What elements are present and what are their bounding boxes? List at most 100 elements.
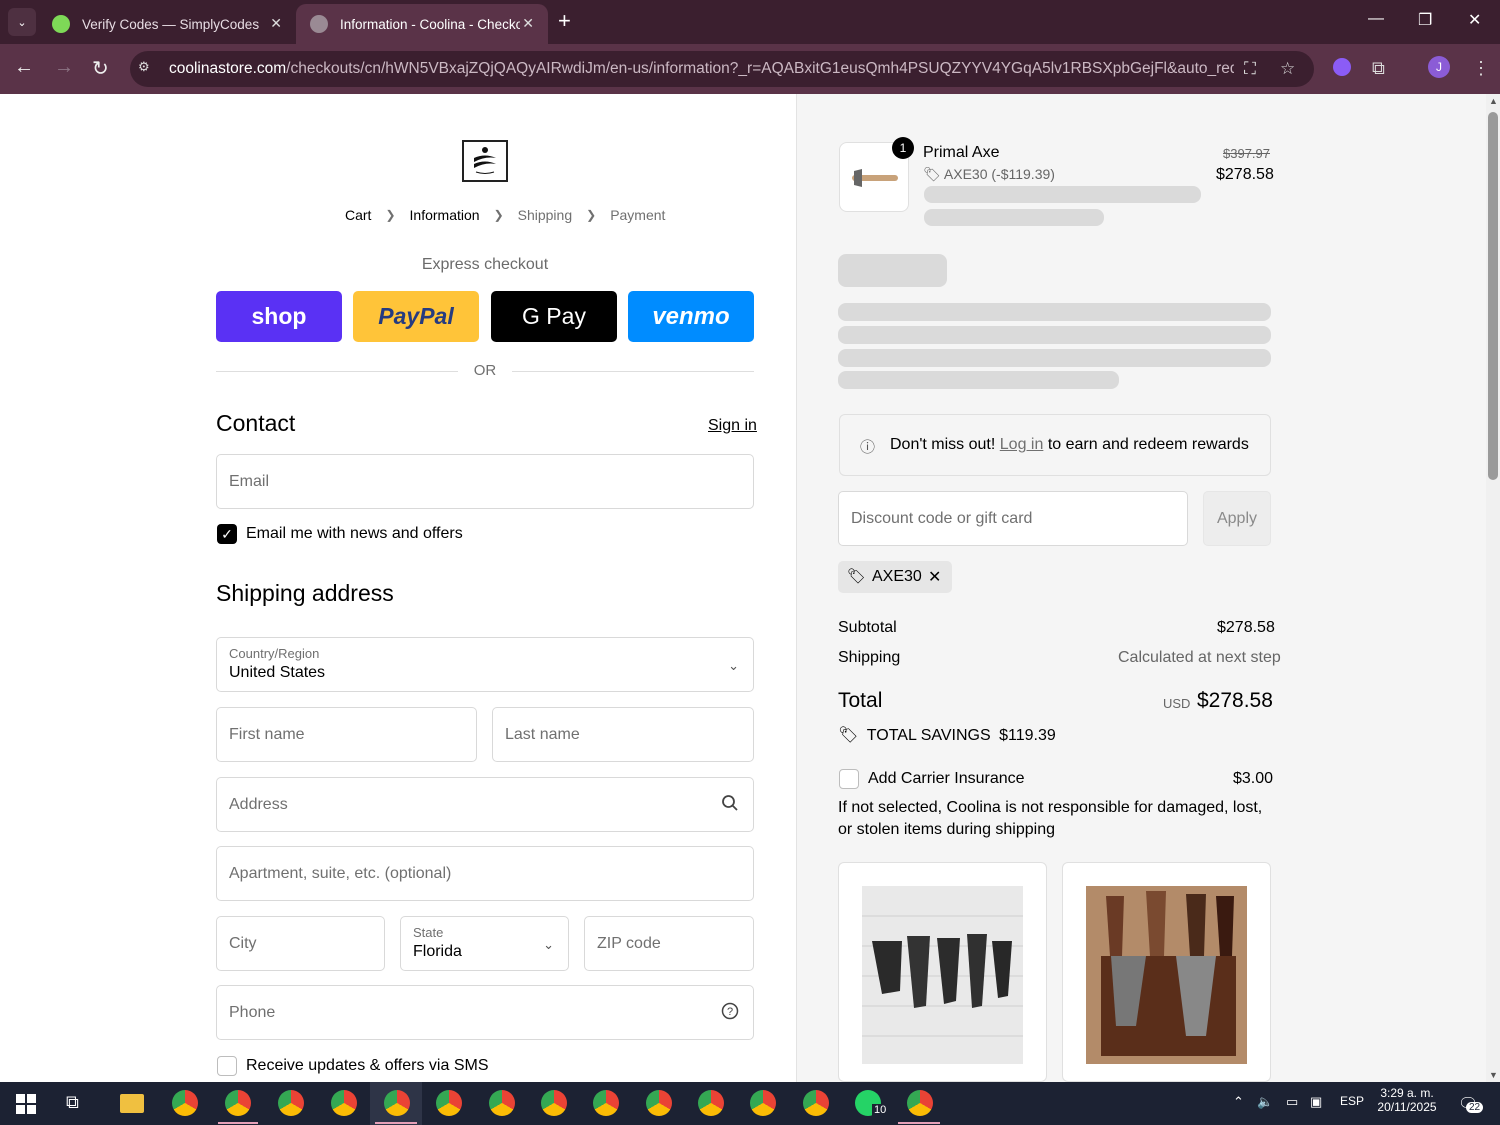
page-scrollbar[interactable]: ▲ ▼ xyxy=(1486,94,1500,1082)
chrome-profile-icon[interactable] xyxy=(646,1090,672,1116)
first-name-field[interactable]: First name xyxy=(216,707,477,762)
profile-avatar[interactable]: J xyxy=(1428,56,1450,78)
phone-field[interactable]: Phone ? xyxy=(216,985,754,1040)
show-hidden-icons-icon[interactable]: ⌃ xyxy=(1233,1094,1244,1110)
email-news-checkbox[interactable]: ✓ xyxy=(217,524,237,544)
task-view-icon[interactable]: ⧉ xyxy=(66,1092,79,1113)
shop-pay-button[interactable]: shop xyxy=(216,291,342,342)
coolina-logo[interactable] xyxy=(462,140,508,182)
chrome-profile-icon[interactable] xyxy=(803,1090,829,1116)
tab-coolina-checkout[interactable]: Information - Coolina - Checko ✕ xyxy=(296,4,548,44)
sign-in-link[interactable]: Sign in xyxy=(708,417,757,435)
extensions-puzzle-icon[interactable]: ⧉ xyxy=(1372,58,1385,79)
chevron-down-icon: ⌄ xyxy=(728,658,739,673)
language-indicator[interactable]: ESP xyxy=(1340,1094,1364,1108)
last-name-field[interactable]: Last name xyxy=(492,707,754,762)
log-in-link[interactable]: Log in xyxy=(1000,436,1044,453)
sms-checkbox[interactable] xyxy=(217,1056,237,1076)
total-label: Total xyxy=(838,689,883,712)
rewards-banner: ⓘ Don't miss out! Log in to earn and red… xyxy=(839,414,1271,476)
chrome-profile-icon[interactable] xyxy=(436,1090,462,1116)
translate-icon[interactable]: ⛶ xyxy=(1244,59,1256,79)
venmo-button[interactable]: venmo xyxy=(628,291,754,342)
chrome-icon[interactable] xyxy=(172,1090,198,1116)
chrome-profile-icon[interactable] xyxy=(593,1090,619,1116)
email-field[interactable]: Email xyxy=(216,454,754,509)
clock[interactable]: 3:29 a. m. 20/11/2025 xyxy=(1374,1086,1440,1114)
zip-code-field[interactable]: ZIP code xyxy=(584,916,754,971)
country-select[interactable]: Country/Region United States ⌄ xyxy=(216,637,754,692)
site-info-icon[interactable]: ⚙ xyxy=(138,59,158,79)
total-currency: USD xyxy=(1163,696,1191,711)
svg-text:?: ? xyxy=(727,1006,733,1018)
windows-start-icon[interactable] xyxy=(16,1094,36,1114)
chrome-profile-icon[interactable] xyxy=(384,1090,410,1116)
restore-icon[interactable]: ❐ xyxy=(1418,10,1432,30)
address-bar[interactable]: ⚙ coolinastore.com/checkouts/cn/hWN5VBxa… xyxy=(130,51,1314,87)
chrome-profile-icon[interactable] xyxy=(278,1090,304,1116)
simplycodes-favicon-icon xyxy=(52,15,70,33)
battery-icon[interactable]: ▭ xyxy=(1286,1094,1298,1110)
scroll-down-icon[interactable]: ▼ xyxy=(1489,1070,1498,1080)
carrier-insurance-checkbox[interactable] xyxy=(839,769,859,789)
file-explorer-icon[interactable] xyxy=(120,1094,144,1113)
subtotal-value: $278.58 xyxy=(1217,619,1275,636)
forward-arrow-icon[interactable]: → xyxy=(54,56,74,79)
menu-kebab-icon[interactable]: ⋮ xyxy=(1472,58,1490,79)
running-indicator xyxy=(375,1122,417,1124)
chevron-right-icon: ❯ xyxy=(493,208,504,222)
contact-heading: Contact xyxy=(216,410,296,436)
window-close-icon[interactable]: ✕ xyxy=(1468,10,1481,30)
scroll-up-icon[interactable]: ▲ xyxy=(1489,96,1498,106)
chrome-profile-icon[interactable] xyxy=(225,1090,251,1116)
knife-set-photo xyxy=(862,886,1023,1064)
paypal-button[interactable]: PayPal xyxy=(353,291,479,342)
order-summary-column: 1 Primal Axe 🏷 AXE30 (-$119.39) $397.97 … xyxy=(796,94,1486,1082)
breadcrumb-cart[interactable]: Cart xyxy=(345,207,371,223)
bookmark-star-icon[interactable]: ☆ xyxy=(1280,59,1295,79)
chrome-profile-icon[interactable] xyxy=(331,1090,357,1116)
apply-discount-button[interactable]: Apply xyxy=(1203,491,1271,546)
city-field[interactable]: City xyxy=(216,916,385,971)
network-icon[interactable]: ▣ xyxy=(1310,1094,1322,1110)
reload-icon[interactable]: ↻ xyxy=(92,56,109,81)
breadcrumb-information: Information xyxy=(409,207,480,223)
tab-simplycodes[interactable]: Verify Codes — SimplyCodes ✕ xyxy=(38,4,296,44)
chrome-icon[interactable] xyxy=(907,1090,933,1116)
loading-skeleton xyxy=(838,254,947,287)
breadcrumb-payment: Payment xyxy=(610,207,666,223)
shipping-label: Shipping xyxy=(838,649,901,666)
extension-icon[interactable] xyxy=(1333,58,1351,76)
product-photo-card[interactable] xyxy=(1062,862,1271,1082)
close-tab-icon[interactable]: ✕ xyxy=(270,15,282,32)
chrome-profile-icon[interactable] xyxy=(541,1090,567,1116)
state-select[interactable]: State Florida ⌄ xyxy=(400,916,569,971)
tab-search-button[interactable]: ⌄ xyxy=(8,8,36,36)
scroll-thumb[interactable] xyxy=(1488,112,1498,480)
apartment-field[interactable]: Apartment, suite, etc. (optional) xyxy=(216,846,754,901)
chrome-profile-icon[interactable] xyxy=(489,1090,515,1116)
minimize-icon[interactable]: — xyxy=(1368,10,1384,28)
url-text[interactable]: coolinastore.com/checkouts/cn/hWN5VBxajZ… xyxy=(169,60,1234,78)
chevron-right-icon: ❯ xyxy=(385,208,396,222)
new-tab-plus-icon[interactable]: + xyxy=(558,8,571,34)
discount-code-field[interactable]: Discount code or gift card xyxy=(838,491,1188,546)
windows-taskbar: ⧉ 10 ⌃ 🔈 ▭ ▣ ESP 3:29 a. m. 20/11/2025 🗨… xyxy=(0,1082,1500,1125)
browser-tab-strip: ⌄ Verify Codes — SimplyCodes ✕ Informati… xyxy=(0,0,1500,44)
close-tab-icon[interactable]: ✕ xyxy=(522,15,534,32)
breadcrumb-shipping: Shipping xyxy=(517,207,573,223)
back-arrow-icon[interactable]: ← xyxy=(14,56,34,79)
loading-skeleton xyxy=(838,326,1271,344)
help-circle-icon[interactable]: ? xyxy=(721,1002,739,1025)
chrome-profile-icon[interactable] xyxy=(750,1090,776,1116)
tag-icon: 🏷 xyxy=(923,166,941,182)
product-photo-card[interactable] xyxy=(838,862,1047,1082)
applied-discount-tag: 🏷 AXE30 ✕ xyxy=(838,561,952,593)
knife-block-photo xyxy=(1086,886,1247,1064)
address-field[interactable]: Address xyxy=(216,777,754,832)
chrome-profile-icon[interactable] xyxy=(698,1090,724,1116)
volume-icon[interactable]: 🔈 xyxy=(1257,1094,1273,1110)
google-pay-button[interactable]: G Pay xyxy=(491,291,617,342)
chevron-right-icon: ❯ xyxy=(586,208,597,222)
remove-code-icon[interactable]: ✕ xyxy=(928,567,941,587)
